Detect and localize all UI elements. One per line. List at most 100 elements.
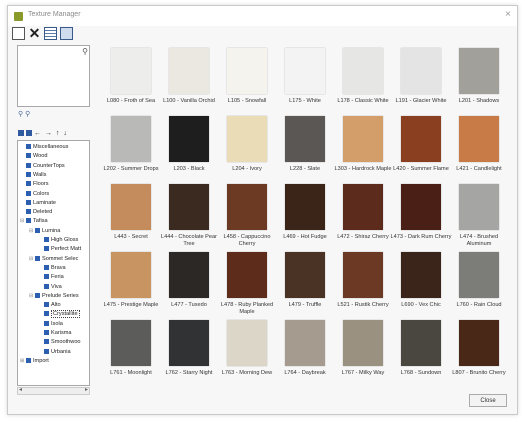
texture-tile[interactable]: L201 - Shadows [450, 48, 508, 113]
texture-swatch[interactable] [169, 48, 209, 94]
texture-tile[interactable]: L080 - Froth of Sea [102, 48, 163, 113]
tree-item[interactable]: ⊟ Lumina [29, 227, 60, 236]
texture-swatch[interactable] [227, 184, 267, 230]
close-button[interactable]: Close [469, 394, 507, 407]
texture-swatch[interactable] [285, 320, 325, 366]
tree-item[interactable]: ⊟ Prelude Series [29, 292, 79, 301]
texture-swatch[interactable] [111, 116, 151, 162]
texture-swatch[interactable] [285, 48, 325, 94]
texture-tile[interactable]: L203 - Black [160, 116, 221, 181]
texture-swatch[interactable] [111, 252, 151, 298]
texture-tile[interactable]: L202 - Summer Drops [102, 116, 163, 181]
tree-item[interactable]: Karisma [38, 329, 72, 338]
texture-tile[interactable]: L690 - Vex Chic [392, 252, 453, 317]
grid-view-icon[interactable] [60, 27, 73, 40]
texture-tile[interactable]: L472 - Shiraz Cherry [334, 184, 395, 249]
texture-swatch[interactable] [227, 320, 267, 366]
texture-swatch[interactable] [285, 252, 325, 298]
texture-tile[interactable]: L807 - Brunito Cherry [450, 320, 508, 385]
texture-tile[interactable]: L521 - Rustik Cherry [334, 252, 395, 317]
texture-swatch[interactable] [343, 48, 383, 94]
texture-tile[interactable]: L105 - Snowfall [218, 48, 279, 113]
texture-swatch[interactable] [459, 48, 499, 94]
tree-item[interactable]: Deleted [20, 208, 52, 217]
texture-swatch[interactable] [227, 116, 267, 162]
texture-tile[interactable]: L475 - Prestige Maple [102, 252, 163, 317]
tree-item[interactable]: ⊟ Sommet Selec [29, 255, 78, 264]
category-tree[interactable]: Miscellaneous Wood CounterTops Walls Floors C… [17, 140, 90, 386]
texture-tile[interactable]: L479 - Truffle [276, 252, 337, 317]
texture-swatch[interactable] [169, 184, 209, 230]
texture-swatch[interactable] [401, 48, 441, 94]
texture-tile[interactable]: L444 - Chocolate Pear Tree [160, 184, 221, 249]
texture-swatch[interactable] [227, 252, 267, 298]
tree-item[interactable]: Urbania [38, 348, 71, 357]
scroll-right-icon[interactable]: ▸ [85, 386, 88, 393]
texture-tile[interactable]: L762 - Starry Night [160, 320, 221, 385]
texture-swatch[interactable] [169, 252, 209, 298]
texture-tile[interactable]: L178 - Classic White [334, 48, 395, 113]
tree-item[interactable]: Miscellaneous [20, 143, 68, 152]
texture-tile[interactable]: L469 - Hot Fudge [276, 184, 337, 249]
texture-swatch[interactable] [285, 116, 325, 162]
texture-tile[interactable]: L767 - Milky Way [334, 320, 395, 385]
texture-tile[interactable]: L191 - Glacier White [392, 48, 453, 113]
texture-swatch[interactable] [343, 184, 383, 230]
tree-item[interactable]: CounterTops [20, 162, 65, 171]
tree-item[interactable]: Smoothwoo [38, 338, 81, 347]
texture-tile[interactable]: L474 - Brushed Aluminum [450, 184, 508, 249]
texture-tile[interactable]: L420 - Summer Flame [392, 116, 453, 181]
texture-swatch[interactable] [459, 184, 499, 230]
tree-horizontal-scrollbar[interactable]: ◂ ▸ [17, 387, 90, 395]
texture-tile[interactable]: L763 - Morning Dew [218, 320, 279, 385]
tree-item[interactable]: Feria [38, 273, 64, 282]
texture-swatch[interactable] [227, 48, 267, 94]
texture-swatch[interactable] [459, 116, 499, 162]
texture-swatch[interactable] [343, 320, 383, 366]
texture-swatch[interactable] [343, 252, 383, 298]
texture-tile[interactable]: L764 - Daybreak [276, 320, 337, 385]
texture-swatch[interactable] [401, 184, 441, 230]
filter-tools-icon[interactable]: ⚲⚲ [18, 110, 32, 118]
window-close-icon[interactable]: × [505, 9, 511, 20]
texture-swatch[interactable] [401, 320, 441, 366]
tree-item[interactable]: Laminate [20, 199, 56, 208]
texture-tile[interactable]: L228 - Slate [276, 116, 337, 181]
texture-swatch[interactable] [459, 252, 499, 298]
folder-add-icon[interactable] [26, 130, 32, 137]
filter-box[interactable]: ⚲ [17, 45, 90, 107]
texture-swatch[interactable] [285, 184, 325, 230]
texture-tile[interactable]: L761 - Moonlight [102, 320, 163, 385]
tree-item[interactable]: Colors [20, 190, 49, 199]
texture-swatch[interactable] [111, 48, 151, 94]
tree-item[interactable]: Crystallite [38, 310, 80, 319]
list-view-icon[interactable] [44, 27, 57, 40]
new-document-icon[interactable] [12, 27, 25, 40]
texture-swatch[interactable] [111, 184, 151, 230]
texture-tile[interactable]: L421 - Candlelight [450, 116, 508, 181]
delete-x-icon[interactable]: ✕ [28, 26, 41, 40]
tree-item[interactable]: High Gloss [38, 236, 78, 245]
texture-tile[interactable]: L458 - Cappuccino Cherry [218, 184, 279, 249]
tree-item[interactable]: Brava [38, 264, 66, 273]
texture-tile[interactable]: L477 - Tuxedo [160, 252, 221, 317]
funnel-icon[interactable]: ⚲ [82, 47, 88, 56]
texture-swatch[interactable] [111, 320, 151, 366]
texture-tile[interactable]: L473 - Dark Rum Cherry [391, 184, 453, 249]
texture-tile[interactable]: L478 - Ruby Planked Maple [218, 252, 279, 317]
texture-tile[interactable]: L303 - Hardrock Maple [334, 116, 395, 181]
texture-tile[interactable]: L768 - Sundown [392, 320, 453, 385]
texture-tile[interactable]: L175 - White [276, 48, 337, 113]
tree-item[interactable]: Floors [20, 180, 49, 189]
tree-item[interactable]: Wood [20, 152, 48, 161]
texture-swatch[interactable] [401, 116, 441, 162]
tree-item[interactable]: ⊟ Tafisa [20, 217, 48, 226]
scroll-left-icon[interactable]: ◂ [19, 386, 22, 393]
texture-tile[interactable]: L443 - Secret [102, 184, 163, 249]
texture-tile[interactable]: L100 - Vanilla Orchid [160, 48, 221, 113]
texture-tile[interactable]: L760 - Rain Cloud [450, 252, 508, 317]
texture-swatch[interactable] [169, 320, 209, 366]
folder-icon[interactable] [18, 130, 24, 137]
texture-tile[interactable]: L204 - Ivory [218, 116, 279, 181]
tree-item[interactable]: ⊞ Import [20, 357, 49, 366]
